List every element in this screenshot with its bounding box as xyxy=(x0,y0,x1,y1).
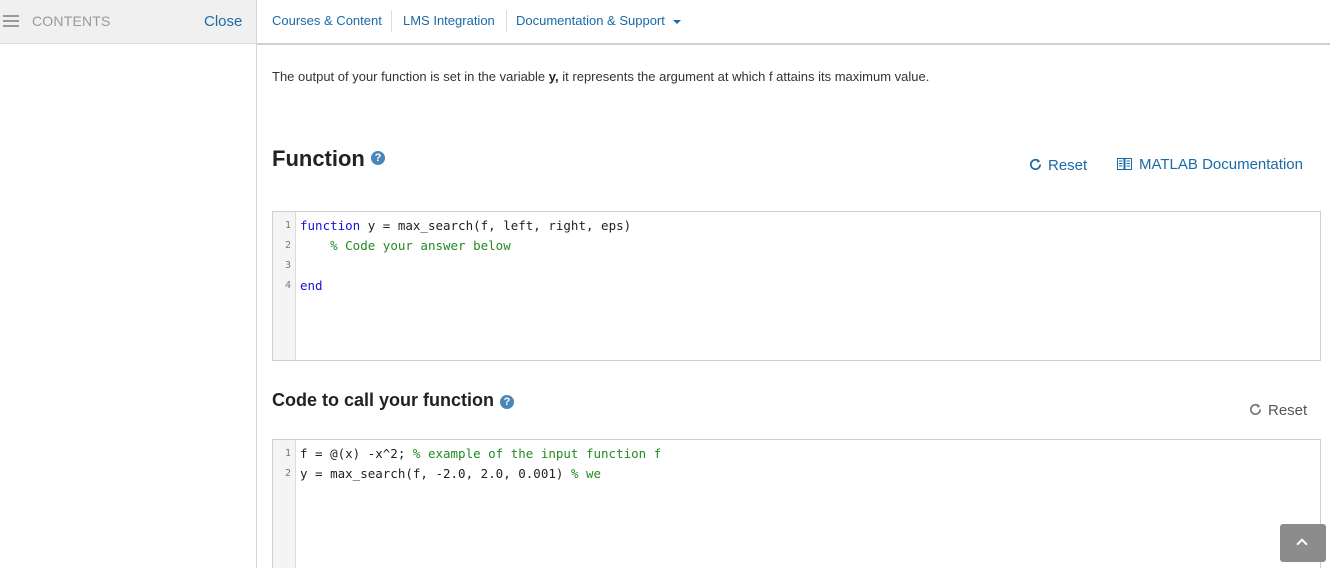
code-line: 1 f = @(x) -x^2; % example of the input … xyxy=(284,446,662,461)
code-line: 1 function y = max_search(f, left, right… xyxy=(284,218,632,233)
call-reset-button[interactable]: Reset xyxy=(1248,402,1307,419)
nav-separator xyxy=(391,10,392,32)
close-button[interactable]: Close xyxy=(204,13,242,30)
variable-name: y, xyxy=(548,69,559,84)
code-line: 2 y = max_search(f, -2.0, 2.0, 0.001) % … xyxy=(284,466,602,481)
book-icon xyxy=(1117,158,1132,170)
nav-courses-content[interactable]: Courses & Content xyxy=(272,13,382,28)
reset-icon xyxy=(1250,403,1262,415)
code-line: 4 end xyxy=(284,278,323,293)
nav-separator xyxy=(506,10,507,32)
contents-label: CONTENTS xyxy=(32,13,111,29)
chevron-down-icon[interactable] xyxy=(673,20,681,24)
menu-icon[interactable] xyxy=(3,15,19,27)
function-heading: Function xyxy=(272,146,365,171)
call-function-heading: Code to call your function xyxy=(272,390,495,410)
matlab-documentation-button[interactable]: MATLAB Documentation xyxy=(1117,156,1303,173)
call-code-editor[interactable]: 1 f = @(x) -x^2; % example of the input … xyxy=(272,439,1321,568)
scroll-to-top-button[interactable] xyxy=(1280,524,1326,562)
function-reset-button[interactable]: Reset xyxy=(1028,157,1087,174)
sidebar-divider xyxy=(256,0,257,568)
nav-documentation-support[interactable]: Documentation & Support xyxy=(516,13,665,28)
chevron-up-icon xyxy=(1296,538,1308,550)
sidebar-header: CONTENTS Close xyxy=(0,0,257,44)
code-line: 2 % Code your answer below xyxy=(284,238,511,253)
top-nav: Courses & Content LMS Integration Docume… xyxy=(257,0,1330,45)
code-line: 3 xyxy=(284,260,291,271)
function-code-editor[interactable]: 1 function y = max_search(f, left, right… xyxy=(272,211,1321,361)
intro-text: The output of your function is set in th… xyxy=(272,69,930,84)
help-icon[interactable]: ? xyxy=(500,395,514,409)
reset-icon xyxy=(1030,158,1042,170)
nav-lms-integration[interactable]: LMS Integration xyxy=(403,13,495,28)
help-icon[interactable]: ? xyxy=(371,151,385,165)
